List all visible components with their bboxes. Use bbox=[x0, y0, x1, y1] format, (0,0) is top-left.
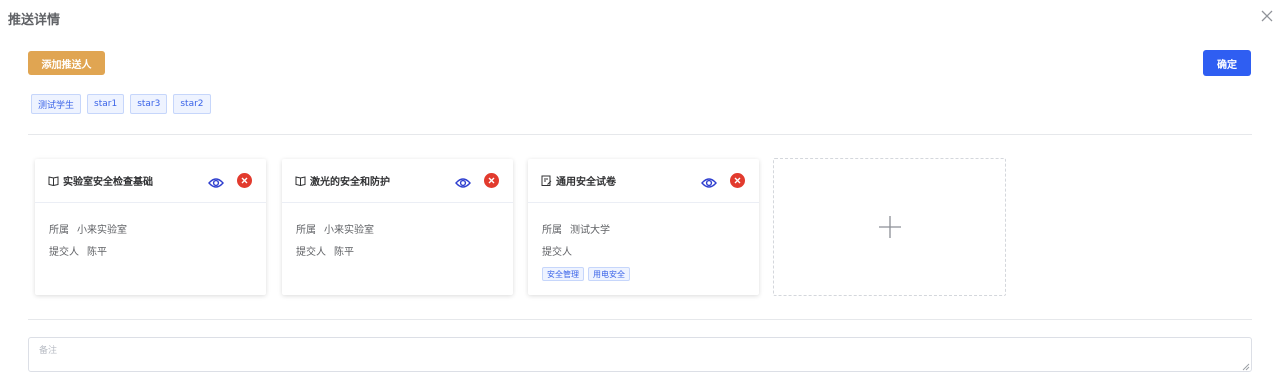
add-recipient-button[interactable]: 添加推送人 bbox=[28, 51, 105, 75]
resize-handle-icon[interactable] bbox=[1242, 363, 1250, 371]
submitter-label: 提交人 bbox=[296, 246, 326, 258]
card-header: 实验室安全检查基础 bbox=[35, 159, 266, 203]
delete-icon[interactable] bbox=[730, 173, 745, 188]
add-item-card[interactable] bbox=[773, 158, 1006, 296]
close-icon[interactable] bbox=[1260, 9, 1274, 23]
delete-icon[interactable] bbox=[237, 173, 252, 188]
divider bbox=[28, 319, 1252, 320]
category-tag: 用电安全 bbox=[588, 267, 630, 281]
category-tag: 安全管理 bbox=[542, 267, 584, 281]
card-body: 所属 小来实验室 提交人 陈平 bbox=[35, 203, 266, 261]
card-body: 所属 测试大学 提交人 安全管理 用电安全 bbox=[528, 203, 759, 281]
remark-input[interactable] bbox=[28, 337, 1252, 372]
course-card[interactable]: 激光的安全和防护 所属 小来实验室 提交人 陈平 bbox=[282, 159, 513, 295]
recipient-tag[interactable]: star1 bbox=[87, 94, 125, 114]
eye-icon[interactable] bbox=[208, 174, 224, 188]
recipient-tag[interactable]: star2 bbox=[173, 94, 211, 114]
recipient-tag[interactable]: star3 bbox=[130, 94, 168, 114]
book-icon bbox=[48, 175, 59, 186]
submitter-value: 陈平 bbox=[87, 246, 107, 258]
book-icon bbox=[295, 175, 306, 186]
submitter-label: 提交人 bbox=[49, 246, 79, 258]
course-card[interactable]: 实验室安全检查基础 所属 小来实验室 提交人 陈平 bbox=[35, 159, 266, 295]
delete-icon[interactable] bbox=[484, 173, 499, 188]
exam-paper-icon bbox=[541, 175, 552, 186]
owner-value: 测试大学 bbox=[570, 224, 610, 236]
exam-card[interactable]: 通用安全试卷 所属 测试大学 提交人 安全管理 用电安全 bbox=[528, 159, 759, 295]
card-title: 实验室安全检查基础 bbox=[63, 177, 153, 188]
submitter-label: 提交人 bbox=[542, 246, 572, 258]
plus-icon bbox=[878, 216, 901, 238]
recipient-tag[interactable]: 测试学生 bbox=[31, 94, 82, 114]
submitter-value: 陈平 bbox=[334, 246, 354, 258]
divider bbox=[28, 134, 1252, 135]
recipient-list: 测试学生 star1 star3 star2 bbox=[31, 94, 211, 114]
eye-icon[interactable] bbox=[701, 174, 717, 188]
owner-value: 小来实验室 bbox=[77, 224, 127, 236]
dialog-title: 推送详情 bbox=[8, 13, 61, 28]
card-title: 通用安全试卷 bbox=[556, 177, 616, 188]
owner-label: 所属 bbox=[49, 224, 69, 236]
card-header: 激光的安全和防护 bbox=[282, 159, 513, 203]
owner-label: 所属 bbox=[296, 224, 316, 236]
owner-label: 所属 bbox=[542, 224, 562, 236]
eye-icon[interactable] bbox=[455, 174, 471, 188]
owner-value: 小来实验室 bbox=[324, 224, 374, 236]
confirm-button[interactable]: 确定 bbox=[1203, 50, 1251, 76]
card-body: 所属 小来实验室 提交人 陈平 bbox=[282, 203, 513, 261]
card-header: 通用安全试卷 bbox=[528, 159, 759, 203]
card-title: 激光的安全和防护 bbox=[310, 177, 390, 188]
